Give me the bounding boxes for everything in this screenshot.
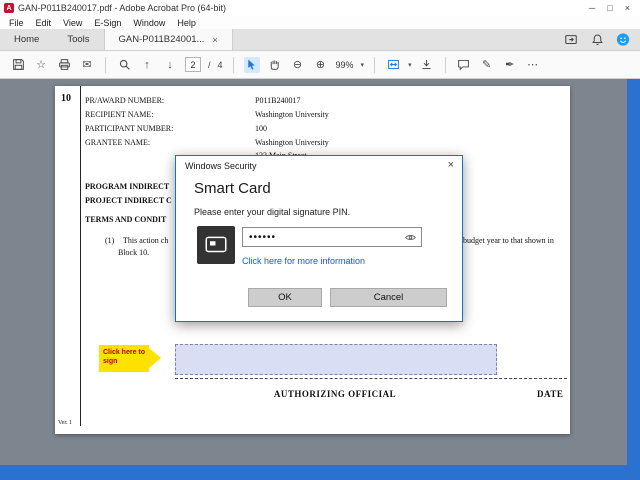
clause-text-right: budget year to that shown in — [463, 236, 554, 245]
fit-width-icon[interactable] — [385, 57, 401, 73]
clause-text-line2: Block 10. — [118, 248, 150, 257]
page-number-input[interactable]: 2 — [185, 57, 201, 72]
version-label: Ver. 1 — [58, 420, 72, 426]
tab-document[interactable]: GAN-P011B24001... × — [103, 29, 233, 50]
window-title: GAN-P011B240017.pdf - Adobe Acrobat Pro … — [18, 3, 226, 13]
tabbar: Home Tools GAN-P011B24001... × — [0, 29, 640, 51]
menu-esign[interactable]: E-Sign — [89, 18, 126, 28]
zoom-level[interactable]: 99% — [336, 60, 354, 70]
pin-prompt: Please enter your digital signature PIN. — [194, 207, 351, 217]
share-screen-icon[interactable] — [564, 33, 578, 47]
pin-input[interactable] — [242, 227, 422, 247]
form-border-line — [80, 86, 81, 426]
zoom-out-icon[interactable]: ⊖ — [290, 57, 306, 73]
field-label: GRANTEE NAME: — [85, 138, 151, 147]
previous-page-icon[interactable]: ↑ — [139, 57, 155, 73]
callout-label: Click here to sign — [99, 345, 149, 372]
select-tool-icon[interactable] — [243, 56, 260, 73]
field-value: Washington University — [255, 110, 329, 119]
document-area: 10 PR/AWARD NUMBER: P011B240017 RECIPIEN… — [0, 79, 640, 465]
field-value: 100 — [255, 124, 267, 133]
signature-field[interactable] — [175, 344, 497, 375]
block-number: 10 — [61, 93, 71, 104]
zoom-dropdown-caret-icon[interactable]: ▾ — [361, 61, 365, 69]
menu-help[interactable]: Help — [172, 18, 201, 28]
field-value: P011B240017 — [255, 96, 301, 105]
terms-heading: TERMS AND CONDIT — [85, 215, 167, 224]
project-indirect-line: PROJECT INDIRECT C — [85, 196, 172, 205]
toolbar-divider — [105, 56, 106, 73]
reveal-password-eye-icon[interactable] — [404, 231, 417, 244]
minimize-button[interactable]: ─ — [589, 3, 595, 13]
more-information-link[interactable]: Click here for more information — [242, 256, 365, 266]
save-icon[interactable] — [10, 57, 26, 73]
sign-pen-icon[interactable]: ✒ — [502, 57, 518, 73]
fit-dropdown-caret-icon[interactable]: ▾ — [408, 61, 412, 69]
bottom-bar — [0, 465, 640, 480]
print-icon[interactable] — [56, 57, 72, 73]
authorizing-official-label: AUTHORIZING OFFICIAL — [273, 389, 397, 399]
zoom-in-icon[interactable]: ⊕ — [313, 57, 329, 73]
more-tools-icon[interactable]: ⋯ — [525, 57, 541, 73]
page-scroll-icon[interactable] — [419, 57, 435, 73]
field-label: PARTICIPANT NUMBER: — [85, 124, 174, 133]
titlebar: A GAN-P011B240017.pdf - Adobe Acrobat Pr… — [0, 0, 640, 16]
dialog-heading: Smart Card — [194, 180, 271, 197]
tab-document-label: GAN-P011B24001... — [118, 34, 205, 45]
acrobat-window: A GAN-P011B240017.pdf - Adobe Acrobat Pr… — [0, 0, 640, 480]
page-separator: / — [208, 59, 211, 70]
field-label: PR/AWARD NUMBER: — [85, 96, 165, 105]
toolbar-divider — [232, 56, 234, 73]
menubar: File Edit View E-Sign Window Help — [0, 16, 640, 29]
acrobat-app-icon: A — [4, 3, 14, 13]
toolbar: ☆ ✉ ↑ ↓ 2 / 4 ⊖ ⊕ 99% ▾ ▾ ✎ ✒ ⋯ — [0, 51, 640, 79]
dialog-title: Windows Security — [185, 161, 257, 171]
favorite-star-icon[interactable]: ☆ — [33, 57, 49, 73]
windows-security-dialog: Windows Security × Smart Card Please ent… — [175, 155, 463, 322]
account-avatar[interactable] — [616, 33, 630, 47]
search-icon[interactable] — [116, 57, 132, 73]
page-total: 4 — [217, 59, 223, 70]
tab-close-icon[interactable]: × — [212, 35, 217, 45]
dialog-close-icon[interactable]: × — [448, 159, 454, 171]
clause-number: (1) — [105, 236, 115, 245]
right-tools-strip[interactable] — [627, 79, 640, 465]
toolbar-divider — [374, 56, 376, 73]
date-label: DATE — [537, 389, 564, 399]
maximize-button[interactable]: □ — [607, 3, 612, 13]
email-icon[interactable]: ✉ — [79, 57, 95, 73]
next-page-icon[interactable]: ↓ — [162, 57, 178, 73]
tab-home[interactable]: Home — [0, 29, 53, 50]
cancel-button[interactable]: Cancel — [330, 288, 447, 307]
hand-tool-icon[interactable] — [267, 57, 283, 73]
clause-text-left: This action ch — [123, 236, 169, 245]
field-value: Washington University — [255, 138, 329, 147]
tab-tools[interactable]: Tools — [53, 29, 103, 50]
callout-arrow-icon — [149, 348, 161, 368]
field-label: RECIPIENT NAME: — [85, 110, 154, 119]
smart-card-icon — [197, 226, 235, 264]
toolbar-divider — [444, 56, 446, 73]
close-button[interactable]: × — [625, 3, 630, 13]
menu-view[interactable]: View — [58, 18, 87, 28]
program-indirect-line: PROGRAM INDIRECT — [85, 182, 170, 191]
comment-icon[interactable] — [456, 57, 472, 73]
ok-button[interactable]: OK — [248, 288, 322, 307]
notifications-bell-icon[interactable] — [590, 33, 604, 47]
highlighter-icon[interactable]: ✎ — [479, 57, 495, 73]
click-to-sign-callout[interactable]: Click here to sign — [99, 345, 161, 372]
menu-window[interactable]: Window — [128, 18, 170, 28]
menu-edit[interactable]: Edit — [31, 18, 57, 28]
menu-file[interactable]: File — [4, 18, 29, 28]
